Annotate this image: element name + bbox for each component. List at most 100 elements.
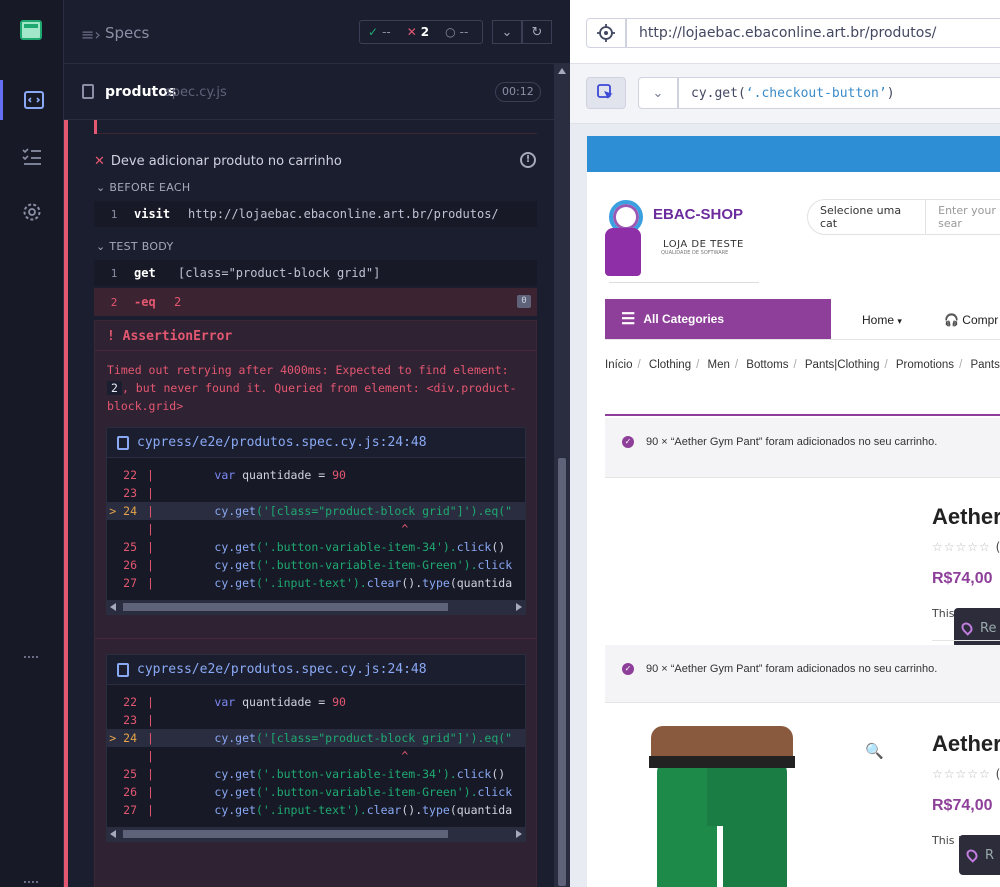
crosshair-icon[interactable] (586, 18, 626, 48)
divider (932, 640, 1000, 641)
spec-file-row[interactable]: produtos spec.cy.js 00:12 (64, 64, 570, 120)
specs-title[interactable]: Specs (105, 24, 149, 42)
reporter-header: ≡› Specs ✓ -- ✕ 2 ○ -- ⌄ ↻ (64, 0, 570, 64)
spec-duration: 00:12 (495, 82, 541, 102)
more-dots-icon[interactable] (24, 656, 38, 660)
reporter-body: ✕ Deve adicionar produto no carrinho ! ⌄… (64, 120, 554, 887)
site-logo-subtitle: LOJA DE TESTE (663, 239, 744, 250)
specs-nav-icon[interactable] (0, 80, 64, 120)
search-category-select[interactable]: Selecione uma cat (808, 200, 927, 234)
check-icon: ✓ (368, 25, 379, 39)
code-line-highlighted: > 24 | cy.get('[class="product-block grid… (107, 729, 525, 747)
chevron-down-icon: ⌄ (652, 85, 664, 101)
product-description: This (932, 607, 955, 620)
collapse-button[interactable]: ⌄ (492, 20, 522, 44)
zoom-search-icon[interactable]: 🔍 (865, 742, 884, 760)
code-line-highlighted: > 24 | cy.get('[class="product-block grid… (107, 502, 525, 520)
code-frame-2: cypress/e2e/produtos.spec.cy.js:24:48 22… (106, 654, 526, 842)
site-logo-hand-icon (605, 228, 641, 276)
fail-indicator-bar (64, 120, 68, 887)
file-icon (117, 435, 129, 450)
failed-stat: ✕ 2 (406, 25, 430, 39)
command-visit[interactable]: 1 visit http://lojaebac.ebaconline.art.b… (94, 201, 537, 227)
reload-icon: ↻ (531, 24, 543, 40)
product-image[interactable] (627, 726, 827, 887)
product-price: R$74,00 (932, 570, 993, 587)
search-input[interactable]: Enter your sear (926, 204, 1000, 230)
site-top-bar (587, 136, 1000, 172)
code-frame: cypress/e2e/produtos.spec.cy.js:24:48 22… (106, 427, 526, 615)
command-eq-failed[interactable]: 2 -eq 2 0 (94, 288, 537, 316)
code-line-caret: | ^ (147, 522, 409, 536)
breadcrumb-item[interactable]: Pants|Clo (970, 359, 1000, 371)
caret-down-icon: ▾ (897, 316, 902, 326)
product-title-2[interactable]: Aether (932, 731, 1000, 757)
product-price-2: R$74,00 (932, 797, 993, 814)
code-line: 27 | cy.get('.input-text').clear().type(q… (123, 803, 513, 817)
file-icon (117, 662, 129, 677)
pending-stat: ○ -- (445, 25, 469, 39)
floating-chip-2[interactable]: R (959, 835, 1000, 875)
aut-url[interactable]: http://lojaebac.ebaconline.art.br/produt… (626, 18, 1000, 48)
site-logo-tagline: QUALIDADE DE SOFTWARE (661, 250, 729, 256)
test-body-hook[interactable]: ⌄ TEST BODY (96, 240, 174, 253)
rating-stars-2: ☆☆☆☆☆ ( (932, 767, 1000, 781)
code-line: 27 | cy.get('.input-text').clear().type(q… (123, 576, 513, 590)
error-message: Timed out retrying after 4000ms: Expecte… (107, 363, 517, 413)
runs-nav-icon[interactable] (0, 136, 64, 176)
product-image-belt (649, 756, 795, 768)
specs-list-icon[interactable]: ≡› (81, 25, 101, 44)
all-categories-button[interactable]: ☰ All Categories (605, 299, 831, 339)
breadcrumb-item[interactable]: Início (605, 359, 633, 371)
selector-method-dropdown[interactable]: ⌄ (638, 77, 678, 109)
before-each-hook[interactable]: ⌄ BEFORE EACH (96, 181, 190, 194)
code-frame-scrollbar[interactable] (107, 600, 525, 614)
breadcrumb: Início / Clothing / Men / Bottoms / Pants|Cl… (605, 359, 1000, 371)
site-logo-text[interactable]: EBAC-SHOP (653, 206, 743, 223)
floating-chip[interactable]: Re (954, 608, 1000, 648)
code-line: 22 | var quantidade = 90 (123, 468, 346, 482)
code-frame-file-link-2[interactable]: cypress/e2e/produtos.spec.cy.js:24:48 (107, 655, 525, 685)
breadcrumb-item[interactable]: Pants|Clothing (805, 359, 880, 371)
location-pin-icon (964, 847, 980, 863)
cypress-logo-icon[interactable] (20, 20, 42, 40)
check-icon: ✓ (622, 436, 634, 448)
breadcrumb-item[interactable]: Promotions (896, 359, 954, 371)
code-line-caret: | ^ (147, 749, 409, 763)
file-icon (82, 84, 94, 99)
code-line: 25 | cy.get('.button-variable-item-34').c… (123, 540, 506, 554)
website-frame: EBAC-SHOP LOJA DE TESTE QUALIDADE DE SOF… (587, 136, 1000, 887)
selector-pointer-icon[interactable] (586, 77, 626, 109)
product-image-crotch (707, 766, 733, 826)
nav-home[interactable]: Home ▾ (862, 313, 902, 327)
nav-compare[interactable]: 🎧 Compr (944, 313, 998, 327)
failed-x-icon: ✕ (94, 154, 105, 169)
code-line: 26 | cy.get('.button-variable-item-Green'… (123, 785, 513, 799)
info-icon[interactable]: ! (520, 152, 536, 168)
divider (609, 282, 759, 283)
code-frame-file-link[interactable]: cypress/e2e/produtos.spec.cy.js:24:48 (107, 428, 525, 458)
selector-input[interactable]: cy.get(‘.checkout-button’) (678, 77, 1000, 109)
breadcrumb-item[interactable]: Men (708, 359, 730, 371)
cart-notice-2: ✓ 90 × “Aether Gym Pant” foram adicionado… (605, 645, 1000, 703)
chevron-down-icon: ⌄ (501, 24, 513, 40)
command-get[interactable]: 1 get [class="product-block grid"] (94, 260, 537, 286)
previous-item (94, 120, 537, 134)
settings-gear-icon[interactable] (0, 192, 64, 232)
breadcrumb-item[interactable]: Clothing (649, 359, 691, 371)
code-frame-lines: 22 | var quantidade = 90 23 | > 24 | cy.get… (107, 458, 525, 600)
code-frame-scrollbar-2[interactable] (107, 827, 525, 841)
aut-panel: http://lojaebac.ebaconline.art.br/produt… (570, 0, 1000, 887)
rerun-button[interactable]: ↻ (522, 20, 552, 44)
spec-file-ext: spec.cy.js (165, 85, 227, 100)
search-bar: Selecione uma cat Enter your sear (807, 199, 1000, 235)
test-title[interactable]: ✕ Deve adicionar produto no carrinho (94, 154, 342, 169)
reporter-scrollbar[interactable] (554, 64, 570, 887)
cart-notice: ✓ 90 × “Aether Gym Pant” foram adicionado… (605, 418, 1000, 478)
more-dots-icon-2[interactable] (24, 881, 38, 885)
product-title[interactable]: Aether (932, 504, 1000, 530)
divider (605, 414, 1000, 416)
selector-playground: ⌄ cy.get(‘.checkout-button’) (570, 64, 1000, 124)
breadcrumb-item[interactable]: Bottoms (746, 359, 788, 371)
divider (605, 339, 1000, 340)
